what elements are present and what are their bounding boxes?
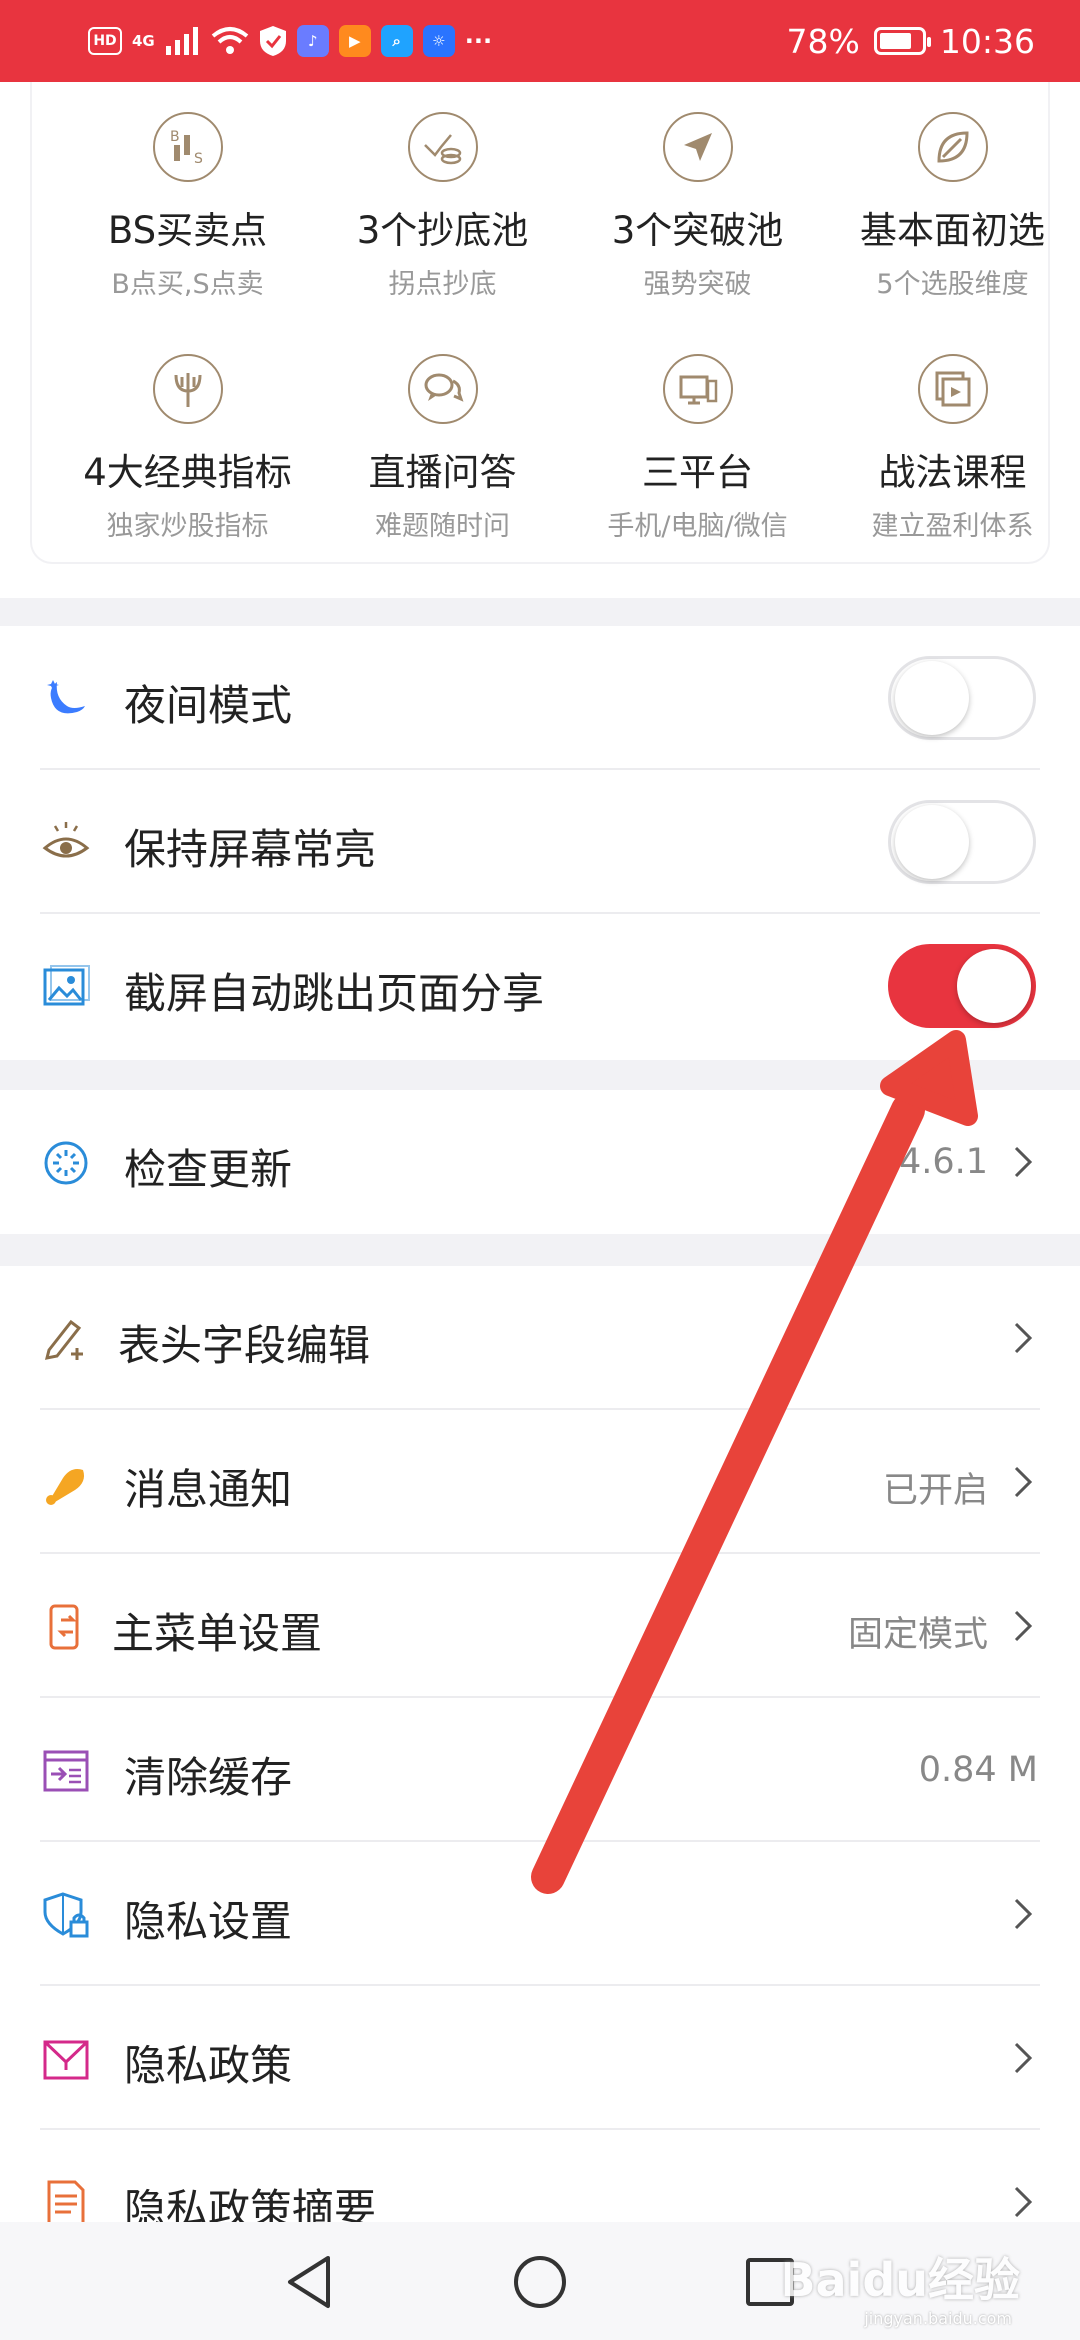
cache-size: 0.84 M xyxy=(918,1750,1038,1790)
feature-three-platforms[interactable]: 三平台 手机/电脑/微信 xyxy=(570,354,825,543)
battery-icon xyxy=(873,27,931,55)
section-divider xyxy=(0,598,1080,626)
notifications-status: 已开启 xyxy=(882,1471,988,1511)
system-nav-bar: Baidu经验 jingyan.baidu.com xyxy=(0,2222,1080,2340)
baidu-watermark: Baidu经验 xyxy=(780,2253,1020,2307)
moon-icon xyxy=(40,673,92,725)
setting-screenshot-share: 截屏自动跳出页面分享 xyxy=(0,914,1080,1058)
feature-live-qa[interactable]: 直播问答 难题随时问 xyxy=(315,354,570,543)
candlestick-bs-icon: BS xyxy=(152,112,223,182)
setting-privacy-policy[interactable]: 隐私政策 xyxy=(0,1986,1080,2130)
phone-swap-icon xyxy=(40,1601,92,1653)
chevron-right-icon xyxy=(1014,1146,1033,1178)
clock: 10:36 xyxy=(939,21,1035,61)
update-spinner-icon xyxy=(40,1137,92,1189)
setting-keep-screen-on: 保持屏幕常亮 xyxy=(0,770,1080,914)
nav-back-button[interactable] xyxy=(278,2250,342,2314)
setting-check-update[interactable]: 检查更新 V4.6.1 xyxy=(0,1090,1080,1234)
signal-icon xyxy=(165,27,198,55)
chevron-right-icon xyxy=(1014,2186,1033,2218)
feature-fundamentals[interactable]: 基本面初选 5个选股维度 xyxy=(825,112,1080,301)
nav-home-button[interactable] xyxy=(508,2250,572,2314)
version-value: V4.6.1 xyxy=(875,1142,988,1182)
svg-text:B: B xyxy=(170,129,180,145)
status-bar: HD 4G ♪ ▶ ⌕ ☼ ··· 78% 10:36 xyxy=(0,0,1080,82)
more-notifications-icon: ··· xyxy=(464,27,493,55)
section-divider xyxy=(0,1060,1080,1090)
network-type: 4G xyxy=(132,32,155,50)
leaf-icon xyxy=(917,112,988,182)
keep-screen-on-toggle[interactable] xyxy=(888,800,1036,884)
music-app-icon: ♪ xyxy=(296,25,329,57)
battery-percent: 78% xyxy=(786,21,860,61)
setting-night-mode: 夜间模式 xyxy=(0,626,1080,770)
feature-breakout-pools[interactable]: 3个突破池 强势突破 xyxy=(570,112,825,301)
devices-icon xyxy=(662,354,733,424)
shield-lock-icon xyxy=(40,1889,92,1941)
feature-grid: BS BS买卖点 B点买,S点卖 3个抄底池 拐点抄底 3个突破池 强势突破 基… xyxy=(30,82,1050,564)
chat-bubbles-icon xyxy=(407,354,478,424)
setting-main-menu[interactable]: 主菜单设置 固定模式 xyxy=(0,1554,1080,1698)
setting-privacy[interactable]: 隐私设置 xyxy=(0,1842,1080,1986)
video-course-icon xyxy=(917,354,988,424)
megaphone-icon xyxy=(40,1457,92,1509)
baidu-watermark-url: jingyan.baidu.com xyxy=(864,2309,1012,2328)
chevron-right-icon xyxy=(1014,1322,1033,1354)
screenshot-share-toggle[interactable] xyxy=(888,944,1036,1028)
edit-fields-icon xyxy=(40,1313,92,1365)
feature-bottom-pools[interactable]: 3个抄底池 拐点抄底 xyxy=(315,112,570,301)
setting-header-fields[interactable]: 表头字段编辑 xyxy=(0,1266,1080,1410)
feature-classic-indicators[interactable]: 4大经典指标 独家炒股指标 xyxy=(60,354,315,543)
eye-icon xyxy=(40,817,92,869)
hd-icon: HD xyxy=(88,27,122,55)
clear-cache-icon xyxy=(40,1745,92,1797)
search-app-icon: ⌕ xyxy=(380,25,413,57)
chevron-right-icon xyxy=(1014,1466,1033,1498)
back-triangle-icon xyxy=(288,2256,330,2308)
chevron-right-icon xyxy=(1014,1610,1033,1642)
envelope-icon xyxy=(40,2033,92,2085)
navigation-arrow-icon xyxy=(662,112,733,182)
main-menu-mode: 固定模式 xyxy=(847,1615,988,1655)
bulb-app-icon: ☼ xyxy=(422,25,455,57)
image-gallery-icon xyxy=(40,961,92,1013)
night-mode-toggle[interactable] xyxy=(888,656,1036,740)
home-circle-icon xyxy=(514,2256,566,2308)
chevron-right-icon xyxy=(1014,2042,1033,2074)
setting-notifications[interactable]: 消息通知 已开启 xyxy=(0,1410,1080,1554)
feature-bs-points[interactable]: BS BS买卖点 B点买,S点卖 xyxy=(60,112,315,301)
shield-icon xyxy=(259,26,286,56)
section-divider xyxy=(0,1234,1080,1266)
video-app-icon: ▶ xyxy=(338,25,371,57)
setting-clear-cache[interactable]: 清除缓存 0.84 M xyxy=(0,1698,1080,1842)
chevron-right-icon xyxy=(1014,1898,1033,1930)
svg-text:S: S xyxy=(194,151,203,167)
coins-chart-icon xyxy=(407,112,478,182)
feature-strategy-course[interactable]: 战法课程 建立盈利体系 xyxy=(825,354,1080,543)
trident-icon xyxy=(152,354,223,424)
wifi-icon xyxy=(211,27,249,54)
